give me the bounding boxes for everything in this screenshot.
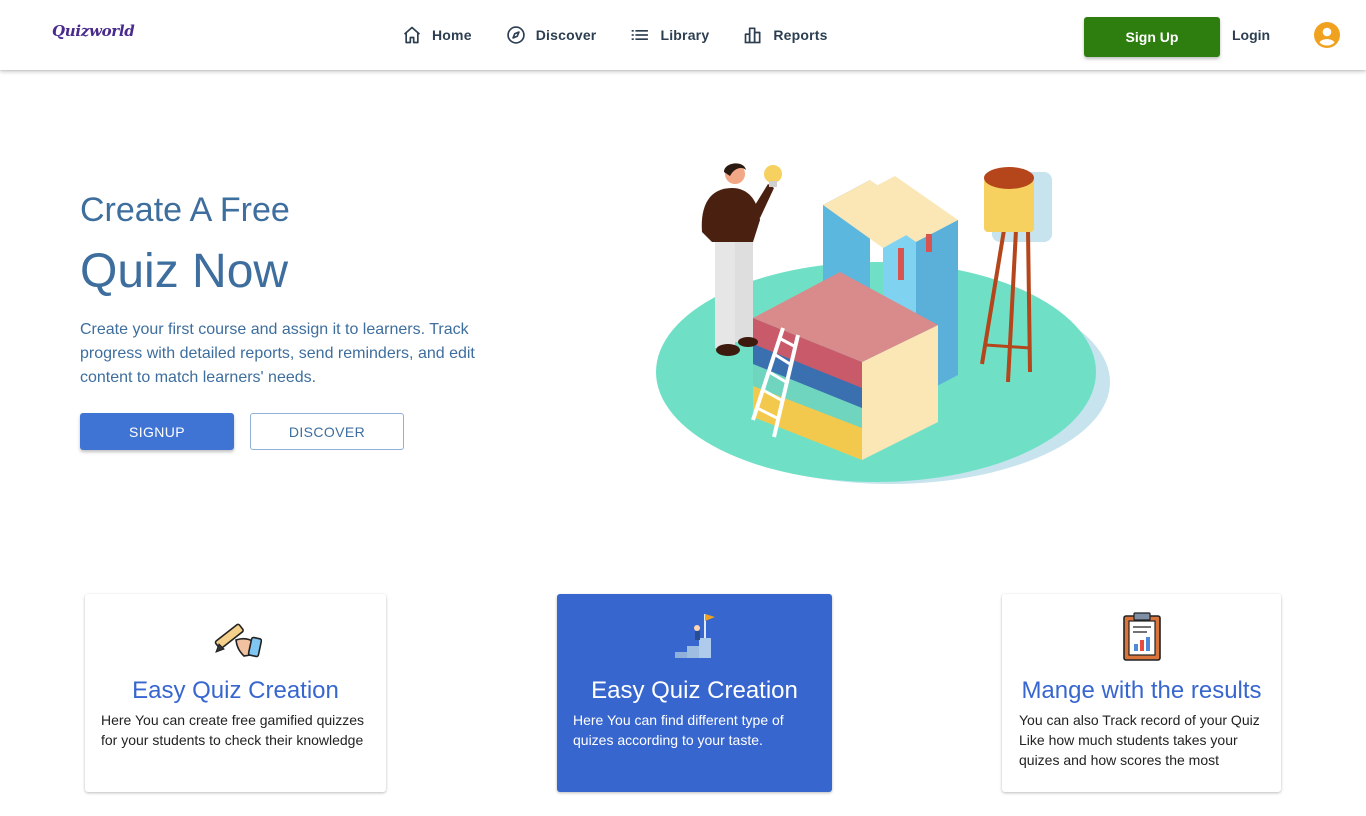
logo[interactable]: Quizworld bbox=[52, 22, 135, 40]
hero-title-line2: Quiz Now bbox=[80, 245, 289, 298]
feature-card-results[interactable]: Mange with the results You can also Trac… bbox=[1002, 594, 1281, 792]
home-icon bbox=[403, 26, 421, 44]
nav-home[interactable]: Home bbox=[402, 25, 472, 45]
hero-signup-button[interactable]: SIGNUP bbox=[80, 413, 234, 450]
list-icon bbox=[632, 30, 649, 40]
feature-card-body: Here You can find different type of quiz… bbox=[573, 712, 784, 748]
login-link[interactable]: Login bbox=[1232, 27, 1270, 43]
feature-card-title: Mange with the results bbox=[1021, 677, 1262, 704]
main-nav: Home Discover Library Reports bbox=[402, 0, 862, 70]
pencil-hand-icon bbox=[214, 623, 262, 658]
hero-discover-button[interactable]: DISCOVER bbox=[250, 413, 404, 450]
nav-library[interactable]: Library bbox=[630, 25, 709, 45]
hero-title-line1: Create A Free bbox=[80, 191, 290, 229]
signup-button[interactable]: Sign Up bbox=[1084, 17, 1220, 57]
clipboard-chart-icon bbox=[1122, 612, 1161, 661]
user-circle-icon[interactable] bbox=[1314, 22, 1340, 48]
compass-icon bbox=[506, 26, 525, 44]
books-illustration bbox=[656, 163, 1110, 484]
bar-chart-icon bbox=[744, 27, 761, 44]
hero-description: Create your first course and assign it t… bbox=[80, 321, 475, 386]
feature-card-body: Here You can create free gamified quizze… bbox=[101, 712, 365, 748]
feature-card-discover[interactable]: Easy Quiz Creation Here You can find dif… bbox=[557, 594, 832, 792]
top-navbar: Quizworld Home Discover Library Reports … bbox=[0, 0, 1366, 70]
feature-card-create[interactable]: Easy Quiz Creation Here You can create f… bbox=[85, 594, 386, 792]
nav-library-label: Library bbox=[660, 27, 710, 43]
feature-card-title: Easy Quiz Creation bbox=[132, 677, 339, 704]
stairs-flag-icon bbox=[674, 614, 715, 658]
nav-reports[interactable]: Reports bbox=[743, 25, 827, 45]
nav-reports-label: Reports bbox=[773, 27, 828, 43]
nav-discover-label: Discover bbox=[535, 27, 597, 43]
nav-home-label: Home bbox=[432, 27, 472, 43]
feature-card-body: You can also Track record of your Quiz L… bbox=[1019, 712, 1260, 768]
feature-card-title: Easy Quiz Creation bbox=[591, 677, 798, 704]
nav-discover[interactable]: Discover bbox=[506, 25, 597, 45]
